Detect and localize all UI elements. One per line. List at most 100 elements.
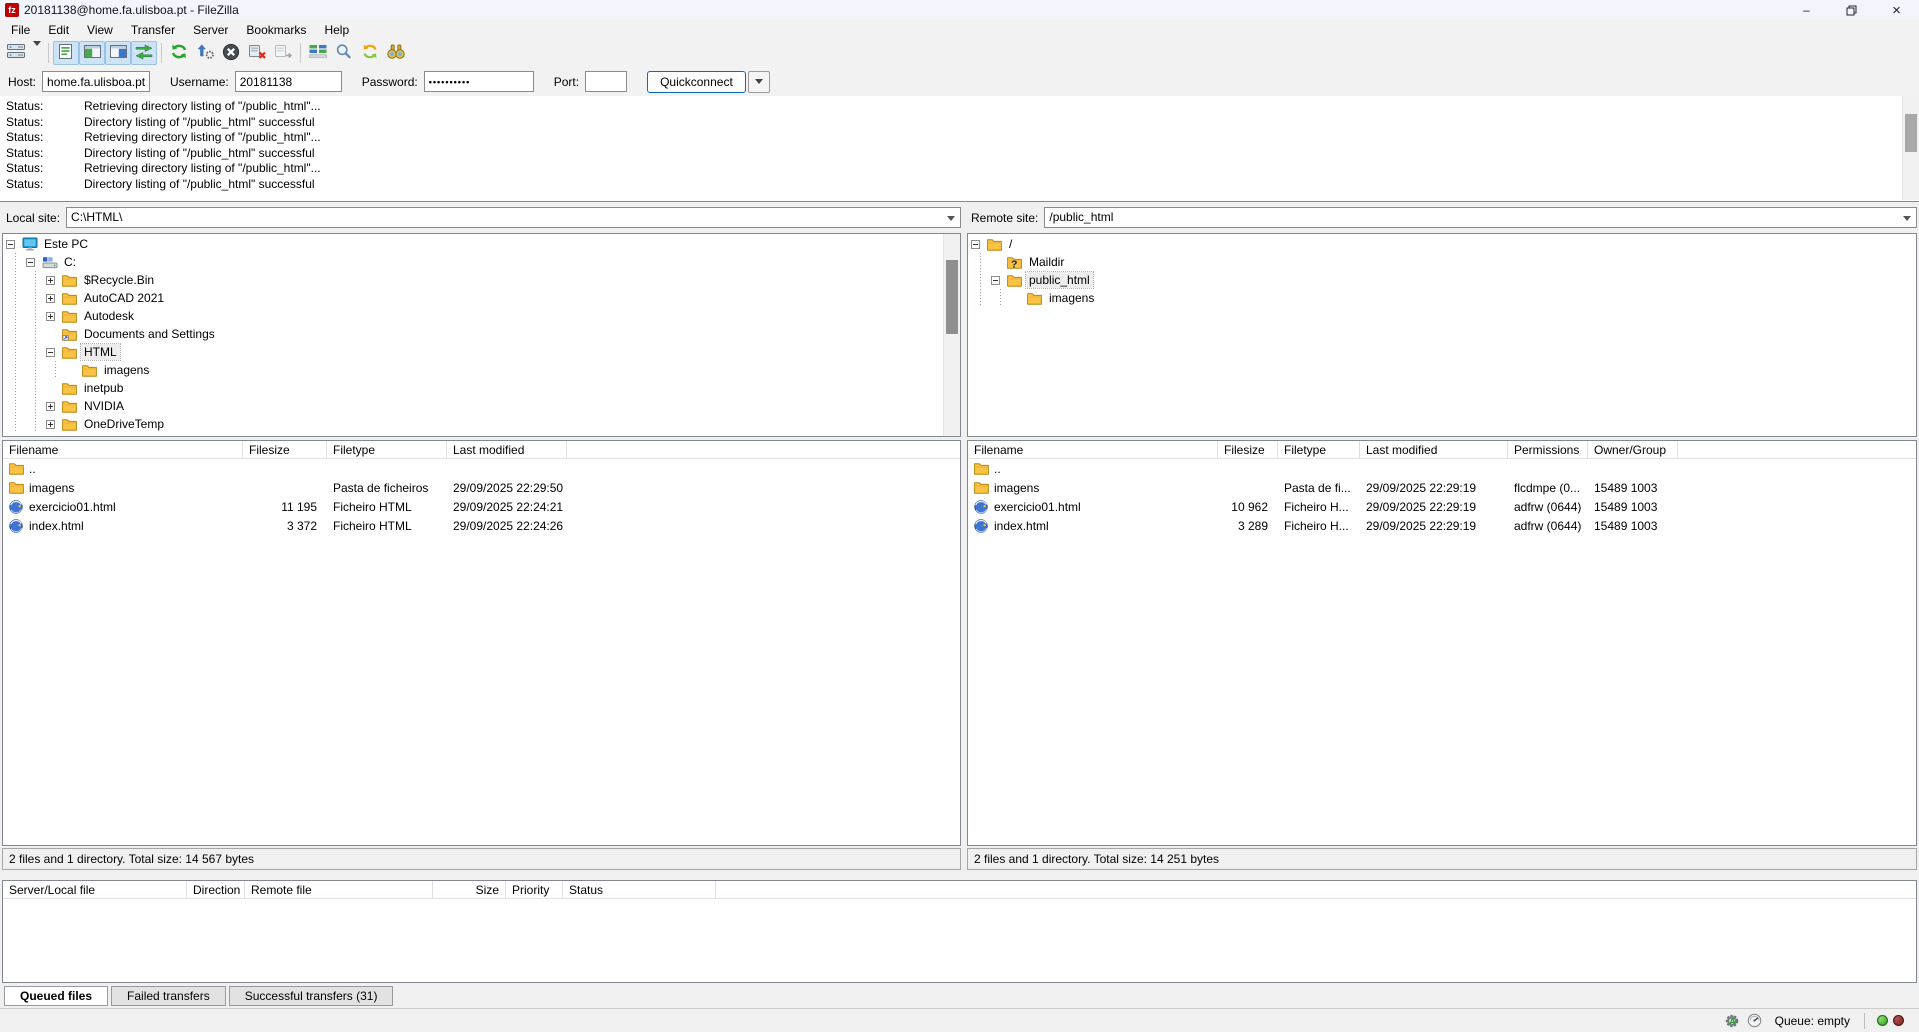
- process-queue-button[interactable]: [192, 41, 218, 65]
- tree-item-c[interactable]: C:: [3, 253, 960, 271]
- toggle-local-tree-button[interactable]: [79, 41, 105, 65]
- file-row[interactable]: index.html3 372Ficheiro HTML29/09/2025 2…: [3, 516, 960, 535]
- collapse-icon[interactable]: [26, 258, 35, 267]
- restore-button[interactable]: [1829, 0, 1874, 20]
- column-header-permissions[interactable]: Permissions: [1508, 441, 1588, 458]
- tree-item-nvidia[interactable]: NVIDIA: [3, 397, 960, 415]
- expand-icon[interactable]: [46, 294, 55, 303]
- toggle-message-log-button[interactable]: [53, 41, 79, 65]
- log-entry-message: Retrieving directory listing of "/public…: [84, 130, 321, 146]
- column-header-filesize[interactable]: Filesize: [243, 441, 327, 458]
- column-header-priority[interactable]: Priority: [506, 881, 563, 898]
- file-row[interactable]: imagensPasta de fi...29/09/2025 22:29:19…: [968, 478, 1916, 497]
- column-header-filename[interactable]: Filename: [968, 441, 1218, 458]
- site-manager-dropdown-button[interactable]: [29, 41, 44, 65]
- transfer-mode-gear-icon[interactable]: A: [1724, 1013, 1740, 1029]
- remote-site-path[interactable]: /public_html: [1044, 207, 1917, 228]
- cancel-button[interactable]: [218, 41, 244, 65]
- html-file-icon: [9, 519, 25, 533]
- username-input[interactable]: [235, 71, 342, 92]
- tree-item-imagens[interactable]: imagens: [968, 289, 1916, 307]
- column-header-filetype[interactable]: Filetype: [327, 441, 447, 458]
- tree-item-autocad-2021[interactable]: AutoCAD 2021: [3, 289, 960, 307]
- local-tree-scrollbar[interactable]: [943, 234, 960, 436]
- tree-item-html[interactable]: HTML: [3, 343, 960, 361]
- column-header-status[interactable]: Status: [563, 881, 716, 898]
- local-site-path[interactable]: C:\HTML\: [66, 207, 961, 228]
- reconnect-button[interactable]: [270, 41, 296, 65]
- column-header-filename[interactable]: Filename: [3, 441, 243, 458]
- collapse-icon[interactable]: [991, 276, 1000, 285]
- menu-bookmarks[interactable]: Bookmarks: [237, 21, 315, 39]
- directory-comparison-button[interactable]: [305, 41, 331, 65]
- expand-icon[interactable]: [46, 402, 55, 411]
- disconnect-button[interactable]: [244, 41, 270, 65]
- close-button[interactable]: ×: [1874, 0, 1919, 20]
- tree-item-onedrivetemp[interactable]: OneDriveTemp: [3, 415, 960, 433]
- menu-view[interactable]: View: [78, 21, 122, 39]
- collapse-icon[interactable]: [971, 240, 980, 249]
- svg-text:A: A: [1729, 1016, 1736, 1026]
- column-header-filetype[interactable]: Filetype: [1278, 441, 1360, 458]
- column-header-filesize[interactable]: Filesize: [1218, 441, 1278, 458]
- tree-item-recycle-bin[interactable]: $Recycle.Bin: [3, 271, 960, 289]
- file-row[interactable]: imagensPasta de ficheiros29/09/2025 22:2…: [3, 478, 960, 497]
- tree-item-autodesk[interactable]: Autodesk: [3, 307, 960, 325]
- toolbar-separator: [48, 43, 49, 63]
- tab-queued-files[interactable]: Queued files: [4, 986, 108, 1006]
- column-header-last-modified[interactable]: Last modified: [447, 441, 567, 458]
- disconnect-icon: [248, 43, 267, 63]
- tab-failed-transfers[interactable]: Failed transfers: [111, 986, 226, 1006]
- expand-icon[interactable]: [46, 312, 55, 321]
- tab-successful-transfers-31[interactable]: Successful transfers (31): [229, 986, 394, 1006]
- app-icon: fz: [5, 3, 19, 17]
- file-row[interactable]: ..: [968, 459, 1916, 478]
- message-log-scrollbar[interactable]: [1902, 96, 1919, 200]
- menu-file[interactable]: File: [2, 21, 39, 39]
- refresh-button[interactable]: [166, 41, 192, 65]
- menu-transfer[interactable]: Transfer: [122, 21, 184, 39]
- host-input[interactable]: [42, 71, 150, 92]
- menu-help[interactable]: Help: [315, 21, 358, 39]
- quickconnect-dropdown-button[interactable]: [748, 71, 770, 93]
- column-header-owner-group[interactable]: Owner/Group: [1588, 441, 1678, 458]
- minimize-button[interactable]: –: [1784, 0, 1829, 20]
- tree-item-maildir[interactable]: ?Maildir: [968, 253, 1916, 271]
- file-row[interactable]: ..: [3, 459, 960, 478]
- column-header-size[interactable]: Size: [433, 881, 506, 898]
- collapse-icon[interactable]: [46, 348, 55, 357]
- scrollbar-thumb[interactable]: [1905, 114, 1917, 152]
- port-input[interactable]: [585, 71, 627, 92]
- quickconnect-button[interactable]: Quickconnect: [647, 71, 746, 93]
- toggle-remote-tree-button[interactable]: [105, 41, 131, 65]
- site-manager-button[interactable]: [3, 41, 29, 65]
- tree-item-label: NVIDIA: [81, 398, 127, 414]
- tree-item-imagens[interactable]: imagens: [3, 361, 960, 379]
- menu-server[interactable]: Server: [184, 21, 237, 39]
- expand-icon[interactable]: [46, 276, 55, 285]
- synchronized-browsing-button[interactable]: [357, 41, 383, 65]
- column-header-direction[interactable]: Direction: [187, 881, 245, 898]
- collapse-icon[interactable]: [6, 240, 15, 249]
- scrollbar-thumb[interactable]: [946, 260, 958, 334]
- speed-limits-icon[interactable]: [1747, 1013, 1762, 1028]
- filename-filters-button[interactable]: [331, 41, 357, 65]
- password-input[interactable]: [424, 71, 534, 92]
- tree-item-root[interactable]: /: [968, 235, 1916, 253]
- file-row[interactable]: index.html3 289Ficheiro H...29/09/2025 2…: [968, 516, 1916, 535]
- find-files-button[interactable]: [383, 41, 409, 65]
- column-header-last-modified[interactable]: Last modified: [1360, 441, 1508, 458]
- tree-item-public-html[interactable]: public_html: [968, 271, 1916, 289]
- tree-item-inetpub[interactable]: inetpub: [3, 379, 960, 397]
- tree-item-este-pc[interactable]: Este PC: [3, 235, 960, 253]
- toggle-transfer-queue-button[interactable]: [131, 41, 157, 65]
- file-row[interactable]: exercicio01.html11 195Ficheiro HTML29/09…: [3, 497, 960, 516]
- synchronized-browsing-icon: [361, 43, 379, 63]
- expand-icon[interactable]: [46, 420, 55, 429]
- file-row[interactable]: exercicio01.html10 962Ficheiro H...29/09…: [968, 497, 1916, 516]
- column-header-server-local-file[interactable]: Server/Local file: [3, 881, 187, 898]
- column-header-remote-file[interactable]: Remote file: [245, 881, 433, 898]
- tree-guide: [26, 307, 46, 325]
- tree-item-documents-and-settings[interactable]: Documents and Settings: [3, 325, 960, 343]
- menu-edit[interactable]: Edit: [39, 21, 78, 39]
